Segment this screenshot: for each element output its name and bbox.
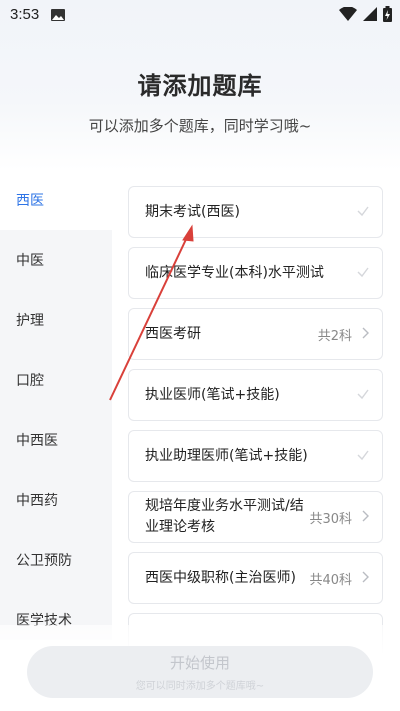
bank-title: 西医中级职称(主治医师)	[145, 569, 296, 586]
bank-title: 规培年度业务水平测试/结业理论考核	[145, 498, 304, 535]
sidebar-item-xiyi[interactable]: 西医	[0, 170, 112, 230]
check-icon	[356, 203, 370, 222]
battery-charging-icon	[383, 6, 392, 26]
start-button-hint: 您可以同时添加多个题库哦~	[135, 681, 265, 692]
bank-card[interactable]: 规培年度业务水平测试/结业理论考核 共30科	[128, 491, 383, 543]
signal-icon	[363, 7, 377, 25]
bank-card[interactable]: 期末考试(西医)	[128, 186, 383, 238]
check-icon	[356, 386, 370, 405]
bank-title: 临床医学专业(本科)水平测试	[145, 264, 324, 281]
check-icon	[356, 447, 370, 466]
bank-count: 共40科	[309, 572, 352, 588]
sidebar-item-label: 中医	[16, 253, 44, 269]
status-bar: 3:53	[0, 0, 400, 28]
bank-card[interactable]: 临床医学专业(本科)水平测试	[128, 247, 383, 299]
bank-card[interactable]: 执业助理医师(笔试+技能)	[128, 430, 383, 482]
image-icon	[51, 8, 66, 21]
status-icons	[339, 6, 392, 26]
bank-card[interactable]: 西医考研 共2科	[128, 308, 383, 360]
chevron-right-icon	[360, 569, 370, 588]
sidebar-item-label: 护理	[16, 313, 44, 329]
page-title: 请添加题库	[137, 72, 263, 100]
status-time: 3:53	[10, 5, 40, 23]
bank-title: 执业助理医师(笔试+技能)	[145, 447, 308, 464]
sidebar-item-kouqiang[interactable]: 口腔	[0, 350, 112, 410]
bank-count: 共2科	[317, 328, 352, 344]
start-button[interactable]: 开始使用 您可以同时添加多个题库哦~	[27, 646, 373, 698]
check-icon	[356, 264, 370, 283]
bank-count: 共30科	[309, 511, 352, 527]
bank-title: 期末考试(西医)	[145, 203, 240, 220]
page-subtitle: 可以添加多个题库，同时学习哦~	[88, 117, 312, 135]
sidebar-item-label: 口腔	[16, 373, 44, 389]
bank-card[interactable]: 执业医师(笔试+技能)	[128, 369, 383, 421]
sidebar-item-gongwei[interactable]: 公卫预防	[0, 530, 112, 590]
chevron-right-icon	[360, 508, 370, 527]
sidebar-item-zhongyi[interactable]: 中医	[0, 230, 112, 290]
category-sidebar: 西医 中医 护理 口腔 中西医 中西药 公卫预防 医学技术	[0, 170, 112, 640]
wifi-icon	[339, 6, 357, 25]
sidebar-item-zhongxiyi[interactable]: 中西医	[0, 410, 112, 470]
bank-title: 西医考研	[145, 325, 201, 342]
sidebar-item-huli[interactable]: 护理	[0, 290, 112, 350]
bank-title: 执业医师(笔试+技能)	[145, 386, 280, 403]
chevron-right-icon	[360, 325, 370, 344]
bank-card[interactable]: 西医中级职称(主治医师) 共40科	[128, 552, 383, 604]
sidebar-item-label: 西医	[16, 193, 44, 209]
sidebar-item-label: 中西医	[16, 433, 58, 449]
sidebar-item-zhongxiyao[interactable]: 中西药	[0, 470, 112, 530]
start-button-label: 开始使用	[169, 654, 230, 672]
sidebar-item-label: 中西药	[16, 493, 58, 509]
sidebar-item-label: 公卫预防	[16, 553, 72, 569]
